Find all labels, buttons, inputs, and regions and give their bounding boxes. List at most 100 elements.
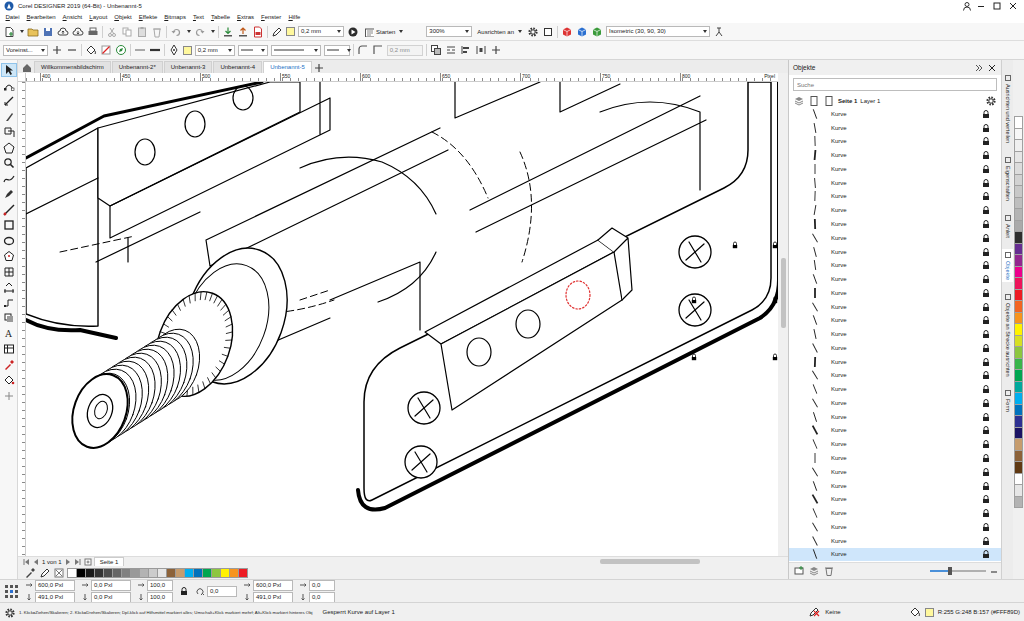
fill-swatch[interactable] — [286, 27, 295, 36]
scroll-thumb[interactable] — [781, 258, 786, 328]
color-swatch[interactable] — [238, 568, 248, 578]
lock-toggle[interactable] — [981, 178, 991, 188]
object-row[interactable]: Kurve — [789, 121, 1001, 135]
lock-toggle[interactable] — [981, 481, 991, 491]
lock-toggle[interactable] — [981, 274, 991, 284]
tool-button[interactable] — [2, 157, 16, 169]
reference-point-icon[interactable] — [4, 584, 19, 599]
menu-item[interactable]: Datei — [2, 12, 23, 23]
next-page-icon[interactable] — [64, 558, 72, 566]
object-row[interactable]: Kurve — [789, 465, 1001, 479]
object-row[interactable]: Kurve — [789, 300, 1001, 314]
lock-toggle[interactable] — [981, 205, 991, 215]
end-arrow-field[interactable] — [324, 45, 350, 56]
object-row[interactable]: Kurve — [789, 355, 1001, 369]
paste-icon[interactable] — [136, 26, 148, 38]
cut-icon[interactable] — [106, 26, 118, 38]
docker-tab[interactable]: Ausrichten und verteilen — [1002, 72, 1013, 145]
search-field[interactable] — [793, 78, 997, 91]
lock-toggle[interactable] — [981, 315, 991, 325]
dropdown-arrow-icon[interactable] — [228, 49, 232, 52]
layers-view-icon[interactable] — [793, 95, 805, 107]
dropdown-arrow-icon[interactable] — [518, 30, 522, 33]
lock-toggle[interactable] — [981, 329, 991, 339]
object-row[interactable]: Kurve — [789, 506, 1001, 520]
lock-toggle[interactable] — [981, 219, 991, 229]
docker-tab[interactable]: Eigenschaften — [1002, 154, 1013, 203]
object-row[interactable]: Kurve — [789, 176, 1001, 190]
snap-button[interactable]: Ausrichten an — [475, 29, 524, 35]
docker-tab[interactable]: Objekte an Strecke ausrichten — [1002, 291, 1013, 379]
round-corner-icon[interactable] — [357, 44, 369, 56]
transform-field[interactable]: 0,0 Pxl — [91, 592, 131, 603]
undo-icon[interactable] — [170, 26, 182, 38]
lock-toggle[interactable] — [981, 288, 991, 298]
tool-button[interactable] — [2, 126, 16, 138]
new-tab-icon[interactable] — [313, 62, 324, 73]
object-row[interactable]: Kurve — [789, 148, 1001, 162]
add-preset-icon[interactable] — [51, 44, 63, 56]
tool-button[interactable] — [2, 343, 16, 355]
dropdown-arrow-icon[interactable] — [703, 30, 707, 33]
transform-field[interactable]: 0,0 — [309, 580, 335, 591]
object-row[interactable]: Kurve — [789, 479, 1001, 493]
transform-field[interactable]: 100,0 — [147, 580, 173, 591]
object-row[interactable]: Kurve — [789, 107, 1001, 121]
object-row[interactable]: Kurve — [789, 313, 1001, 327]
tool-button[interactable] — [2, 281, 16, 293]
vertical-ruler[interactable] — [18, 82, 26, 556]
lock-toggle[interactable] — [981, 398, 991, 408]
previous-page-icon[interactable] — [32, 558, 40, 566]
eyedropper-icon[interactable] — [24, 567, 36, 579]
home-icon[interactable] — [21, 62, 33, 73]
lock-toggle[interactable] — [981, 453, 991, 463]
preset-field[interactable]: Voreinst... — [3, 45, 48, 56]
lock-toggle[interactable] — [981, 384, 991, 394]
no-color-icon[interactable] — [54, 568, 64, 578]
account-icon[interactable] — [962, 1, 972, 11]
lock-toggle[interactable] — [981, 136, 991, 146]
page-frame-icon[interactable] — [542, 26, 554, 38]
isometric-green-cube-icon[interactable] — [591, 26, 603, 38]
text-wrap-icon[interactable] — [445, 44, 457, 56]
transform-field[interactable]: 0,0 Pxl — [91, 580, 131, 591]
new-master-layer-icon[interactable] — [808, 565, 820, 577]
export-icon[interactable] — [237, 26, 249, 38]
lock-toggle[interactable] — [981, 233, 991, 243]
object-row[interactable]: Kurve — [789, 492, 1001, 506]
delete-icon[interactable] — [823, 565, 835, 577]
object-row[interactable]: Kurve — [789, 410, 1001, 424]
thin-line-icon[interactable] — [134, 44, 146, 56]
add-page-icon[interactable] — [84, 558, 92, 566]
transform-field[interactable]: 600,0 Pxl — [253, 580, 293, 591]
transform-field[interactable]: 491,0 Pxl — [35, 592, 75, 603]
isometric-blue-cube-icon[interactable] — [576, 26, 588, 38]
docker-tab[interactable]: Form — [1002, 387, 1013, 414]
first-page-icon[interactable] — [22, 558, 30, 566]
dropdown-arrow-icon[interactable] — [41, 49, 45, 52]
outline-swatch[interactable] — [183, 46, 192, 55]
open-icon[interactable] — [27, 26, 39, 38]
object-row[interactable]: Kurve — [789, 534, 1001, 548]
layer-name[interactable]: Layer 1 — [860, 98, 880, 104]
scroll-icon[interactable] — [989, 566, 997, 576]
page-name[interactable]: Seite 1 — [838, 98, 857, 104]
import-icon[interactable] — [222, 26, 234, 38]
menu-item[interactable]: Text — [189, 12, 207, 23]
dropdown-arrow-icon[interactable] — [347, 49, 351, 52]
new-document-icon[interactable] — [3, 26, 15, 38]
menu-item[interactable]: Hilfe — [285, 12, 304, 23]
outline-color-icon[interactable] — [115, 44, 127, 56]
dropdown-arrow-icon[interactable] — [337, 30, 341, 33]
menu-item[interactable]: Ansicht — [59, 12, 86, 23]
lock-toggle[interactable] — [981, 150, 991, 160]
zoom-field[interactable]: 300% — [426, 26, 472, 37]
square-corner-icon[interactable] — [372, 44, 384, 56]
lock-toggle[interactable] — [981, 439, 991, 449]
object-row[interactable]: Kurve — [789, 245, 1001, 259]
isometric-red-cube-icon[interactable] — [561, 26, 573, 38]
lock-toggle[interactable] — [981, 191, 991, 201]
tool-button[interactable] — [2, 297, 16, 309]
lock-toggle[interactable] — [981, 260, 991, 270]
dropdown-arrow-icon[interactable] — [261, 49, 265, 52]
